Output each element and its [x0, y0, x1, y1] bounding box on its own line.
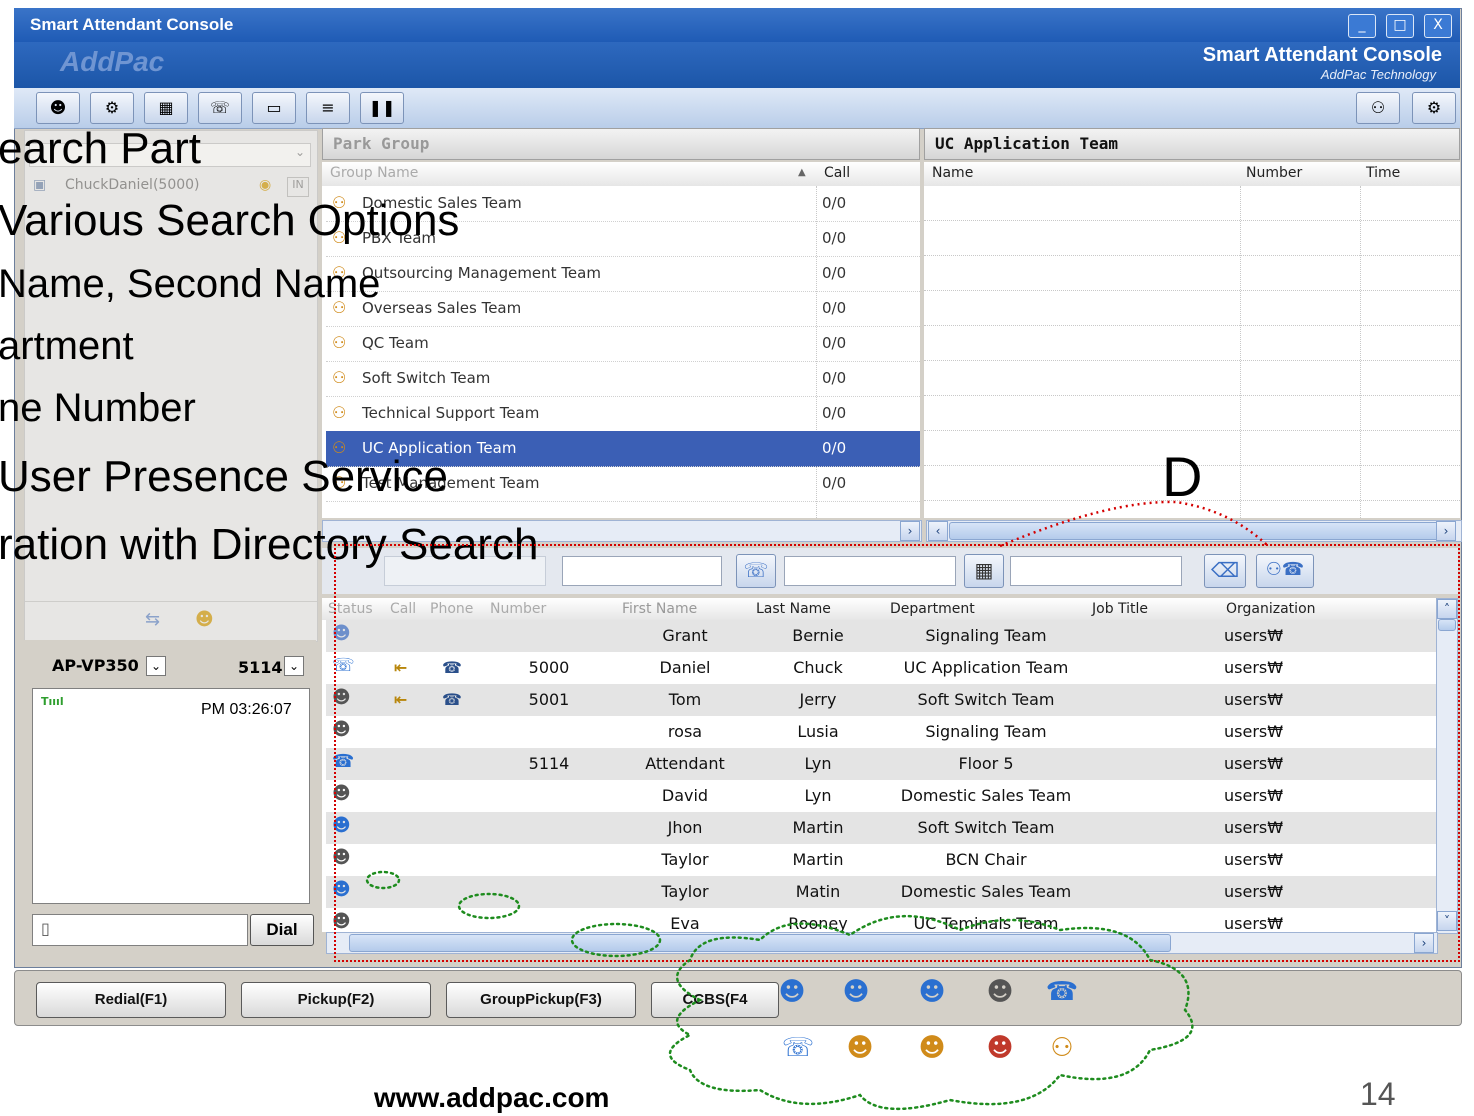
phone-available-icon: ☎ [1045, 977, 1079, 1007]
group-icon: ⚇ [1050, 1033, 1074, 1063]
page-number: 14 [1360, 1076, 1396, 1112]
busy-phone-icon: ☏ [781, 1033, 815, 1063]
footer-url: www.addpac.com [374, 1082, 610, 1113]
user-dnd-icon: ☻ [986, 1033, 1014, 1063]
annotation-lines [365, 500, 1269, 1111]
user-idle-icon: ☻ [846, 1033, 874, 1063]
user-online-icon: ☻ [918, 977, 946, 1007]
user-online-icon: ☻ [778, 977, 806, 1007]
user-offline-icon: ☻ [986, 977, 1014, 1007]
user-away-icon: ☻ [842, 977, 870, 1007]
user-on-call-icon: ☻ [918, 1033, 946, 1063]
